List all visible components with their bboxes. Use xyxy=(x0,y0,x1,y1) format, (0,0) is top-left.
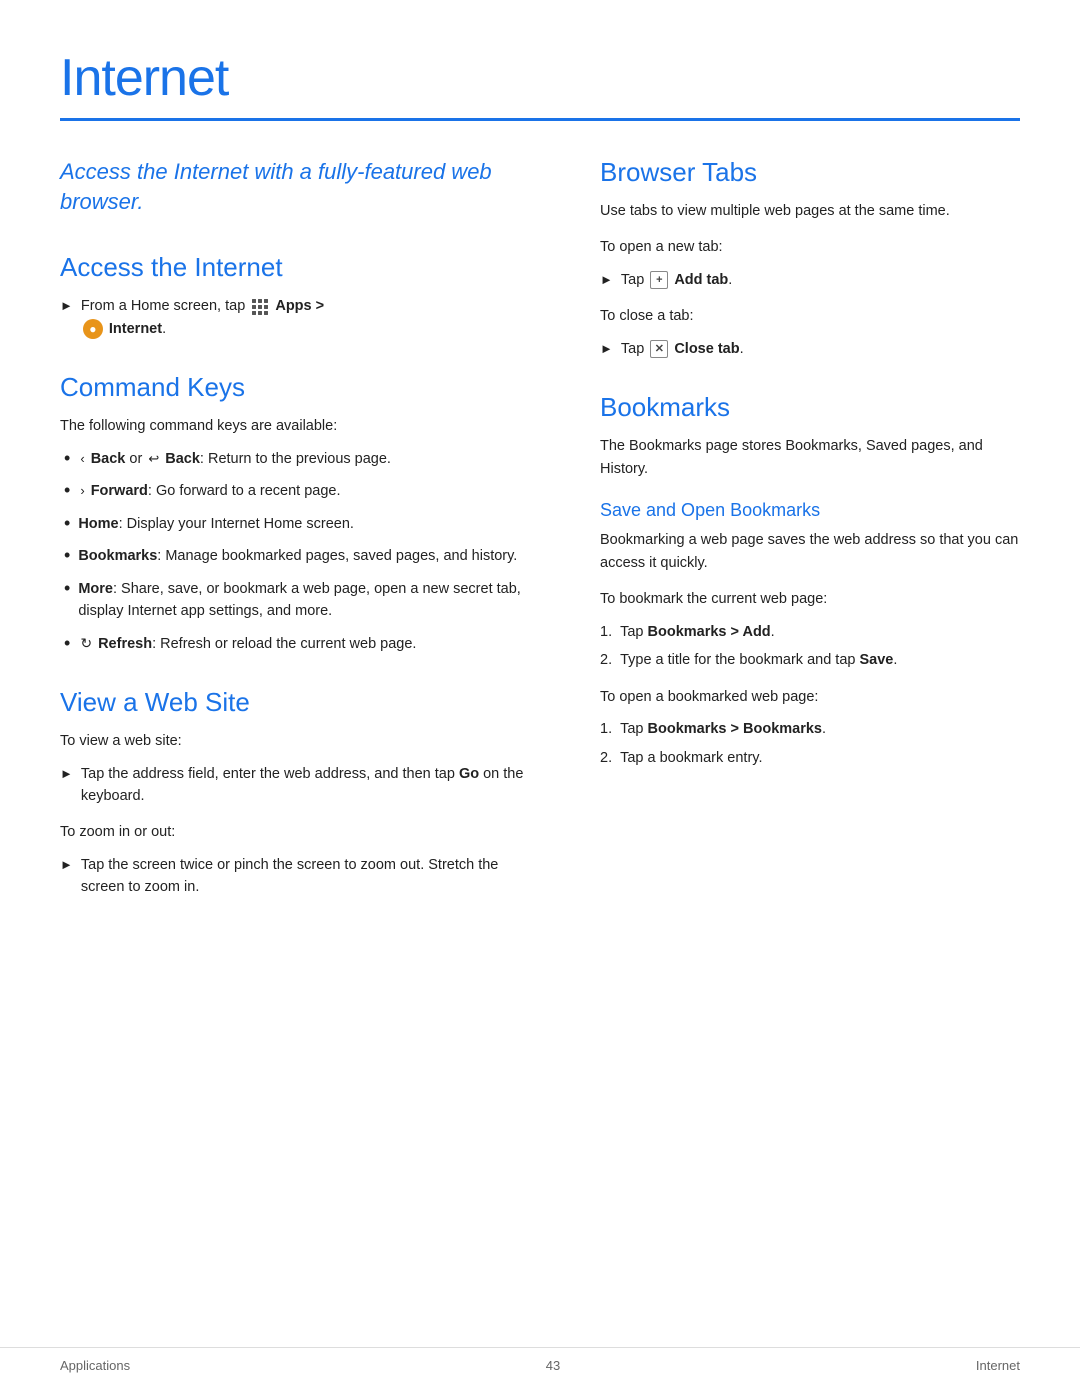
list-item: 2. Type a title for the bookmark and tap… xyxy=(600,649,1020,671)
list-item: • › Forward: Go forward to a recent page… xyxy=(60,480,540,502)
new-tab-text: Tap + Add tab. xyxy=(621,269,732,291)
command-home: Home: Display your Internet Home screen. xyxy=(78,513,354,535)
section-title-command-keys: Command Keys xyxy=(60,372,540,403)
zoom-text: Tap the screen twice or pinch the screen… xyxy=(81,854,540,899)
page-title: Internet xyxy=(60,48,1020,108)
view-web-step2: ► Tap the screen twice or pinch the scre… xyxy=(60,854,540,899)
page-footer: Applications 43 Internet xyxy=(0,1347,1080,1373)
title-divider xyxy=(60,118,1020,121)
new-tab-label: To open a new tab: xyxy=(600,236,1020,258)
save-open-desc: Bookmarking a web page saves the web add… xyxy=(600,529,1020,574)
new-tab-step: ► Tap + Add tab. xyxy=(600,269,1020,291)
list-item: 2. Tap a bookmark entry. xyxy=(600,747,1020,769)
main-content: Access the Internet with a fully-feature… xyxy=(60,157,1020,909)
page-content: Internet Access the Internet with a full… xyxy=(0,0,1080,969)
section-title-browser-tabs: Browser Tabs xyxy=(600,157,1020,188)
ol-num: 1. xyxy=(600,718,612,740)
section-title-access: Access the Internet xyxy=(60,252,540,283)
bullet-dot: • xyxy=(64,480,70,502)
command-more: More: Share, save, or bookmark a web pag… xyxy=(78,578,540,623)
view-web-text: Tap the address field, enter the web add… xyxy=(81,763,540,808)
left-column: Access the Internet with a fully-feature… xyxy=(60,157,540,909)
back-arrow-icon: ↩ xyxy=(148,449,159,469)
command-refresh: ↻ Refresh: Refresh or reload the current… xyxy=(78,633,416,655)
bookmark-steps-list: 1. Tap Bookmarks > Add. 2. Type a title … xyxy=(600,621,1020,672)
zoom-label: To zoom in or out: xyxy=(60,821,540,843)
list-item: 1. Tap Bookmarks > Bookmarks. xyxy=(600,718,1020,740)
ol-num: 2. xyxy=(600,747,612,769)
open-bookmarked-label: To open a bookmarked web page: xyxy=(600,686,1020,708)
forward-icon: › xyxy=(80,481,84,501)
view-web-label: To view a web site: xyxy=(60,730,540,752)
add-tab-icon: + xyxy=(650,271,668,289)
close-tab-icon: ✕ xyxy=(650,340,668,358)
intro-text: Access the Internet with a fully-feature… xyxy=(60,157,540,216)
list-item: • ‹ Back or ↩ Back: Return to the previo… xyxy=(60,448,540,470)
footer-center: 43 xyxy=(546,1358,560,1373)
bullet-dot: • xyxy=(64,578,70,600)
footer-left: Applications xyxy=(60,1358,130,1373)
list-item: • Home: Display your Internet Home scree… xyxy=(60,513,540,535)
list-item: • Bookmarks: Manage bookmarked pages, sa… xyxy=(60,545,540,567)
bookmark-step1: Tap Bookmarks > Add. xyxy=(620,621,775,643)
back-chevron-icon: ‹ xyxy=(80,449,84,469)
access-internet-step: ► From a Home screen, tap Apps > ● Inter… xyxy=(60,295,540,340)
command-forward: › Forward: Go forward to a recent page. xyxy=(78,480,340,502)
right-column: Browser Tabs Use tabs to view multiple w… xyxy=(600,157,1020,909)
section-title-view-web: View a Web Site xyxy=(60,687,540,718)
section-title-bookmarks: Bookmarks xyxy=(600,392,1020,423)
subsection-title-save-open: Save and Open Bookmarks xyxy=(600,500,1020,521)
open-bookmarked-list: 1. Tap Bookmarks > Bookmarks. 2. Tap a b… xyxy=(600,718,1020,769)
close-tab-text: Tap ✕ Close tab. xyxy=(621,338,744,360)
view-web-step1: ► Tap the address field, enter the web a… xyxy=(60,763,540,808)
internet-app-icon: ● xyxy=(83,319,103,339)
close-tab-label: To close a tab: xyxy=(600,305,1020,327)
command-keys-list: • ‹ Back or ↩ Back: Return to the previo… xyxy=(60,448,540,655)
arrow-icon: ► xyxy=(60,296,73,316)
apps-icon xyxy=(252,299,268,315)
open-step2: Tap a bookmark entry. xyxy=(620,747,762,769)
arrow-icon: ► xyxy=(60,855,73,875)
access-internet-text: From a Home screen, tap Apps > ● Interne… xyxy=(81,295,324,340)
open-step1: Tap Bookmarks > Bookmarks. xyxy=(620,718,826,740)
command-back: ‹ Back or ↩ Back: Return to the previous… xyxy=(78,448,391,470)
refresh-icon: ↻ xyxy=(80,633,92,655)
arrow-icon: ► xyxy=(600,270,613,290)
arrow-icon: ► xyxy=(60,764,73,784)
footer-right: Internet xyxy=(976,1358,1020,1373)
ol-num: 1. xyxy=(600,621,612,643)
bullet-dot: • xyxy=(64,448,70,470)
command-bookmarks: Bookmarks: Manage bookmarked pages, save… xyxy=(78,545,517,567)
list-item: 1. Tap Bookmarks > Add. xyxy=(600,621,1020,643)
bookmark-step2: Type a title for the bookmark and tap Sa… xyxy=(620,649,897,671)
list-item: • ↻ Refresh: Refresh or reload the curre… xyxy=(60,633,540,655)
close-tab-step: ► Tap ✕ Close tab. xyxy=(600,338,1020,360)
bullet-dot: • xyxy=(64,513,70,535)
bullet-dot: • xyxy=(64,633,70,655)
arrow-icon: ► xyxy=(600,339,613,359)
bullet-dot: • xyxy=(64,545,70,567)
bookmarks-desc: The Bookmarks page stores Bookmarks, Sav… xyxy=(600,435,1020,480)
browser-tabs-desc: Use tabs to view multiple web pages at t… xyxy=(600,200,1020,222)
bookmark-current-label: To bookmark the current web page: xyxy=(600,588,1020,610)
ol-num: 2. xyxy=(600,649,612,671)
list-item: • More: Share, save, or bookmark a web p… xyxy=(60,578,540,623)
command-keys-intro: The following command keys are available… xyxy=(60,415,540,437)
